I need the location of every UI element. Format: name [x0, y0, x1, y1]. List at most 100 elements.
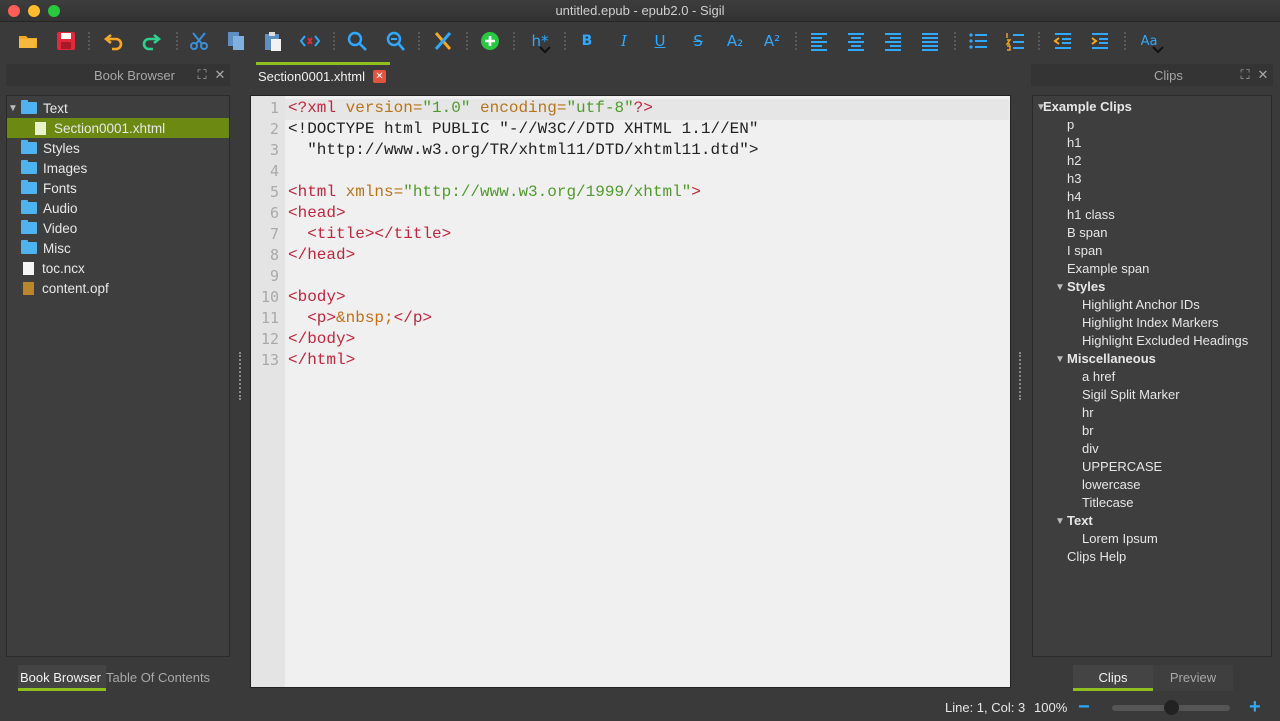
tab-clips[interactable]: Clips: [1073, 665, 1153, 691]
clip-item[interactable]: Clips Help: [1067, 549, 1126, 567]
folder-icon: [21, 100, 37, 114]
float-panel-icon[interactable]: ⛶: [1238, 68, 1252, 82]
clip-item[interactable]: B span: [1067, 225, 1107, 243]
zoom-slider-handle[interactable]: [1164, 700, 1179, 715]
chevron-down-icon[interactable]: ▼: [7, 103, 19, 114]
folder-icon: [21, 220, 37, 234]
align-left-icon[interactable]: [806, 28, 832, 54]
numbered-list-icon[interactable]: [1002, 28, 1028, 54]
clip-item[interactable]: Example span: [1067, 261, 1149, 279]
bullet-list-icon[interactable]: [965, 28, 991, 54]
clip-item[interactable]: Highlight Excluded Headings: [1082, 333, 1248, 351]
open-folder-icon[interactable]: [15, 28, 41, 54]
align-right-icon[interactable]: [880, 28, 906, 54]
zoom-out-icon[interactable]: −: [1078, 696, 1090, 719]
tree-folder-audio[interactable]: Audio: [7, 198, 229, 218]
clip-group[interactable]: Text: [1067, 513, 1093, 531]
clip-item[interactable]: Titlecase: [1082, 495, 1134, 513]
chevron-down-icon[interactable]: ▼: [1055, 516, 1065, 527]
align-center-icon[interactable]: [843, 28, 869, 54]
main-toolbar: h* B I U S A₂ A² Aa: [0, 22, 1280, 60]
folder-icon: [21, 140, 37, 154]
toolbar-separator: [333, 32, 337, 50]
close-panel-icon[interactable]: ✕: [1256, 68, 1270, 82]
decrease-indent-icon[interactable]: [1050, 28, 1076, 54]
code-line: <!DOCTYPE html PUBLIC "-//W3C//DTD XHTML…: [288, 120, 759, 138]
close-panel-icon[interactable]: ✕: [213, 68, 227, 82]
tree-folder-misc[interactable]: Misc: [7, 238, 229, 258]
clip-item[interactable]: h1 class: [1067, 207, 1115, 225]
redo-icon[interactable]: [138, 28, 164, 54]
left-splitter-handle[interactable]: [239, 352, 241, 400]
insert-code-icon[interactable]: [297, 28, 323, 54]
clip-item[interactable]: lowercase: [1082, 477, 1141, 495]
clip-item[interactable]: I span: [1067, 243, 1102, 261]
tree-folder-text[interactable]: ▼ Text: [7, 98, 229, 118]
split-marker-icon[interactable]: [430, 28, 456, 54]
zoom-level: 100%: [1034, 700, 1068, 715]
tree-folder-styles[interactable]: Styles: [7, 138, 229, 158]
chevron-down-icon[interactable]: ▼: [1055, 354, 1065, 365]
strikethrough-icon[interactable]: S: [685, 28, 711, 54]
clip-group[interactable]: Example Clips: [1043, 99, 1132, 117]
clip-item[interactable]: h2: [1067, 153, 1081, 171]
chevron-down-icon[interactable]: ▼: [1036, 102, 1046, 113]
close-tab-icon[interactable]: ✕: [373, 70, 386, 83]
clip-item[interactable]: UPPERCASE: [1082, 459, 1162, 477]
increase-indent-icon[interactable]: [1087, 28, 1113, 54]
text-case-dropdown[interactable]: Aa: [1136, 28, 1164, 54]
search-icon[interactable]: [344, 28, 370, 54]
subscript-icon[interactable]: A₂: [722, 28, 748, 54]
add-file-icon[interactable]: [477, 28, 503, 54]
line-number-gutter: 1 2 3 4 5 6 7 8 9 10 11 12 13: [251, 96, 285, 687]
clip-item[interactable]: h3: [1067, 171, 1081, 189]
underline-icon[interactable]: U: [647, 28, 673, 54]
clip-item[interactable]: a href: [1082, 369, 1115, 387]
float-panel-icon[interactable]: ⛶: [195, 68, 209, 82]
book-browser-header: Book Browser ⛶ ✕: [6, 64, 230, 86]
window-title: untitled.epub - epub2.0 - Sigil: [555, 3, 725, 18]
tree-file-content-opf[interactable]: content.opf: [7, 278, 229, 298]
undo-icon[interactable]: [101, 28, 127, 54]
code-line: <?xml version="1.0" encoding="utf-8"?>: [288, 99, 653, 117]
chevron-down-icon[interactable]: ▼: [1055, 282, 1065, 293]
tab-table-of-contents[interactable]: Table Of Contents: [106, 665, 226, 691]
zoom-in-icon[interactable]: +: [1249, 696, 1261, 719]
clip-item[interactable]: h1: [1067, 135, 1081, 153]
clip-group[interactable]: Miscellaneous: [1067, 351, 1156, 369]
tree-folder-fonts[interactable]: Fonts: [7, 178, 229, 198]
toolbar-separator: [1124, 32, 1128, 50]
superscript-icon[interactable]: A²: [759, 28, 785, 54]
bold-icon[interactable]: B: [574, 28, 600, 54]
tab-section0001[interactable]: Section0001.xhtml ✕: [256, 62, 390, 88]
clip-item[interactable]: p: [1067, 117, 1074, 135]
copy-icon[interactable]: [223, 28, 249, 54]
toolbar-separator: [795, 32, 799, 50]
heading-dropdown[interactable]: h*: [527, 28, 553, 54]
clip-item[interactable]: Highlight Anchor IDs: [1082, 297, 1200, 315]
cut-icon[interactable]: [186, 28, 212, 54]
clip-item[interactable]: br: [1082, 423, 1094, 441]
clip-item[interactable]: h4: [1067, 189, 1081, 207]
italic-icon[interactable]: I: [611, 28, 637, 54]
status-bar: Line: 1, Col: 3 100% − +: [0, 695, 1280, 721]
clip-item[interactable]: Sigil Split Marker: [1082, 387, 1180, 405]
tree-file-toc[interactable]: toc.ncx: [7, 258, 229, 278]
justify-icon[interactable]: [917, 28, 943, 54]
tab-book-browser[interactable]: Book Browser: [18, 665, 106, 691]
tree-folder-video[interactable]: Video: [7, 218, 229, 238]
clip-item[interactable]: Lorem Ipsum: [1082, 531, 1158, 549]
save-icon[interactable]: [53, 28, 79, 54]
paste-icon[interactable]: [260, 28, 286, 54]
tree-file-section0001[interactable]: Section0001.xhtml: [7, 118, 229, 138]
tree-folder-images[interactable]: Images: [7, 158, 229, 178]
clip-item[interactable]: Highlight Index Markers: [1082, 315, 1219, 333]
clip-item[interactable]: div: [1082, 441, 1099, 459]
find-replace-icon[interactable]: [382, 28, 408, 54]
clip-group[interactable]: Styles: [1067, 279, 1105, 297]
right-splitter-handle[interactable]: [1019, 352, 1021, 400]
code-editor[interactable]: 1 2 3 4 5 6 7 8 9 10 11 12 13 <?xml vers…: [250, 95, 1011, 688]
tab-preview[interactable]: Preview: [1153, 665, 1233, 691]
book-file-icon: [23, 281, 34, 295]
clip-item[interactable]: hr: [1082, 405, 1094, 423]
